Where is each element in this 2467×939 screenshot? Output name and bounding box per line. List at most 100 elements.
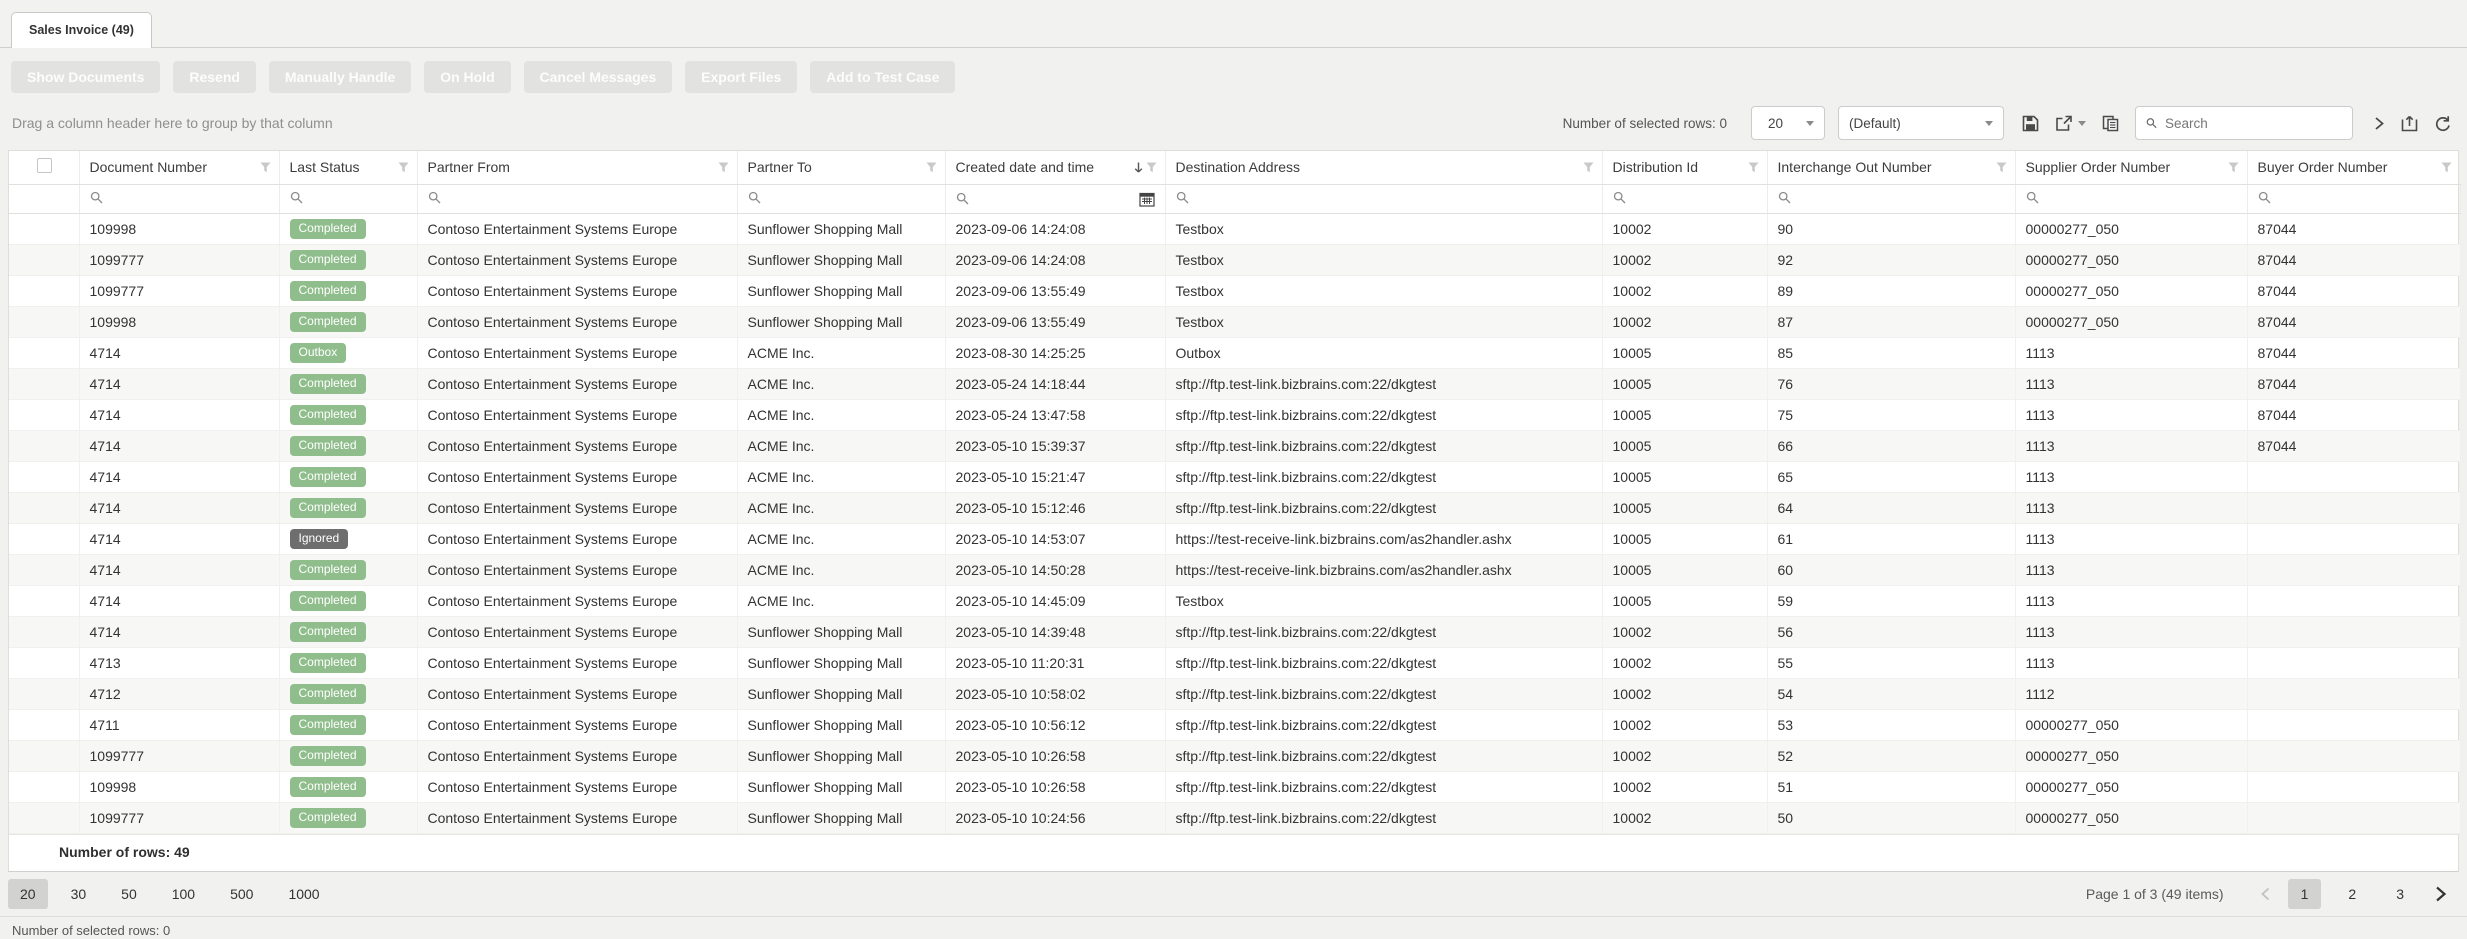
column-header-partner-from[interactable]: Partner From bbox=[417, 151, 737, 184]
column-header-partner-to[interactable]: Partner To bbox=[737, 151, 945, 184]
row-select-cell[interactable] bbox=[9, 492, 79, 523]
row-select-cell[interactable] bbox=[9, 709, 79, 740]
row-select-cell[interactable] bbox=[9, 771, 79, 802]
row-select-cell[interactable] bbox=[9, 678, 79, 709]
filter-distribution-id[interactable] bbox=[1602, 184, 1767, 213]
expand-panel-button[interactable] bbox=[2373, 115, 2385, 132]
table-row[interactable]: 4714 Completed Contoso Entertainment Sys… bbox=[9, 492, 2460, 523]
filter-partner-from[interactable] bbox=[417, 184, 737, 213]
row-select-cell[interactable] bbox=[9, 244, 79, 275]
table-row[interactable]: 1099777 Completed Contoso Entertainment … bbox=[9, 802, 2460, 833]
table-row[interactable]: 109998 Completed Contoso Entertainment S… bbox=[9, 306, 2460, 337]
row-select-cell[interactable] bbox=[9, 399, 79, 430]
filter-icon[interactable] bbox=[260, 162, 271, 173]
page-size-1000[interactable]: 1000 bbox=[276, 879, 331, 909]
column-header-document-number[interactable]: Document Number bbox=[79, 151, 279, 184]
column-header-distribution-id[interactable]: Distribution Id bbox=[1602, 151, 1767, 184]
table-row[interactable]: 4714 Outbox Contoso Entertainment System… bbox=[9, 337, 2460, 368]
search-input[interactable] bbox=[2165, 116, 2342, 131]
row-select-cell[interactable] bbox=[9, 368, 79, 399]
tab-sales-invoice[interactable]: Sales Invoice (49) bbox=[11, 12, 152, 48]
search-box[interactable] bbox=[2135, 106, 2353, 140]
table-row[interactable]: 4713 Completed Contoso Entertainment Sys… bbox=[9, 647, 2460, 678]
row-select-cell[interactable] bbox=[9, 554, 79, 585]
layout-dropdown[interactable]: (Default) bbox=[1838, 106, 2004, 140]
table-row[interactable]: 4714 Ignored Contoso Entertainment Syste… bbox=[9, 523, 2460, 554]
cancel-messages-button[interactable]: Cancel Messages bbox=[524, 61, 673, 93]
column-header-interchange-out-number[interactable]: Interchange Out Number bbox=[1767, 151, 2015, 184]
filter-interchange-out-number[interactable] bbox=[1767, 184, 2015, 213]
show-documents-button[interactable]: Show Documents bbox=[11, 61, 160, 93]
column-header-destination-address[interactable]: Destination Address bbox=[1165, 151, 1602, 184]
table-row[interactable]: 4714 Completed Contoso Entertainment Sys… bbox=[9, 585, 2460, 616]
calendar-icon[interactable] bbox=[1139, 191, 1155, 207]
filter-buyer-order-number[interactable] bbox=[2247, 184, 2460, 213]
filter-icon[interactable] bbox=[926, 162, 937, 173]
filter-icon[interactable] bbox=[1996, 162, 2007, 173]
table-row[interactable]: 109998 Completed Contoso Entertainment S… bbox=[9, 771, 2460, 802]
manually-handle-button[interactable]: Manually Handle bbox=[269, 61, 411, 93]
next-page-button[interactable] bbox=[2434, 885, 2447, 903]
table-row[interactable]: 4714 Completed Contoso Entertainment Sys… bbox=[9, 399, 2460, 430]
filter-icon[interactable] bbox=[1583, 162, 1594, 173]
filter-destination-address[interactable] bbox=[1165, 184, 1602, 213]
page-button-1[interactable]: 1 bbox=[2288, 879, 2322, 909]
export-menu-button[interactable] bbox=[2055, 115, 2086, 132]
filter-icon[interactable] bbox=[1146, 162, 1157, 173]
row-select-cell[interactable] bbox=[9, 647, 79, 678]
table-row[interactable]: 4714 Completed Contoso Entertainment Sys… bbox=[9, 368, 2460, 399]
resend-button[interactable]: Resend bbox=[173, 61, 256, 93]
upload-button[interactable] bbox=[2401, 115, 2418, 132]
filter-icon[interactable] bbox=[398, 162, 409, 173]
table-row[interactable]: 4714 Completed Contoso Entertainment Sys… bbox=[9, 430, 2460, 461]
column-header-last-status[interactable]: Last Status bbox=[279, 151, 417, 184]
table-row[interactable]: 4714 Completed Contoso Entertainment Sys… bbox=[9, 554, 2460, 585]
column-header-buyer-order-number[interactable]: Buyer Order Number bbox=[2247, 151, 2460, 184]
page-size-30[interactable]: 30 bbox=[59, 879, 99, 909]
table-row[interactable]: 1099777 Completed Contoso Entertainment … bbox=[9, 275, 2460, 306]
filter-last-status[interactable] bbox=[279, 184, 417, 213]
page-size-50[interactable]: 50 bbox=[109, 879, 149, 909]
row-select-cell[interactable] bbox=[9, 802, 79, 833]
table-row[interactable]: 1099777 Completed Contoso Entertainment … bbox=[9, 740, 2460, 771]
export-files-button[interactable]: Export Files bbox=[685, 61, 797, 93]
column-header-supplier-order-number[interactable]: Supplier Order Number bbox=[2015, 151, 2247, 184]
on-hold-button[interactable]: On Hold bbox=[424, 61, 510, 93]
table-row[interactable]: 4712 Completed Contoso Entertainment Sys… bbox=[9, 678, 2460, 709]
save-layout-button[interactable] bbox=[2022, 115, 2039, 132]
row-select-cell[interactable] bbox=[9, 430, 79, 461]
table-row[interactable]: 4714 Completed Contoso Entertainment Sys… bbox=[9, 461, 2460, 492]
filter-supplier-order-number[interactable] bbox=[2015, 184, 2247, 213]
filter-partner-to[interactable] bbox=[737, 184, 945, 213]
row-select-cell[interactable] bbox=[9, 523, 79, 554]
page-size-20[interactable]: 20 bbox=[8, 879, 48, 909]
filter-icon[interactable] bbox=[2441, 162, 2452, 173]
table-row[interactable]: 1099777 Completed Contoso Entertainment … bbox=[9, 244, 2460, 275]
table-row[interactable]: 4711 Completed Contoso Entertainment Sys… bbox=[9, 709, 2460, 740]
filter-icon[interactable] bbox=[2228, 162, 2239, 173]
add-to-test-case-button[interactable]: Add to Test Case bbox=[810, 61, 955, 93]
row-select-cell[interactable] bbox=[9, 616, 79, 647]
row-select-cell[interactable] bbox=[9, 337, 79, 368]
page-size-100[interactable]: 100 bbox=[160, 879, 207, 909]
refresh-button[interactable] bbox=[2434, 115, 2451, 132]
row-select-cell[interactable] bbox=[9, 213, 79, 244]
filter-document-number[interactable] bbox=[79, 184, 279, 213]
previous-page-button[interactable] bbox=[2260, 886, 2271, 902]
row-select-cell[interactable] bbox=[9, 275, 79, 306]
row-select-cell[interactable] bbox=[9, 740, 79, 771]
column-header-created-date[interactable]: Created date and time bbox=[945, 151, 1165, 184]
page-button-2[interactable]: 2 bbox=[2335, 879, 2369, 909]
row-select-cell[interactable] bbox=[9, 306, 79, 337]
page-size-500[interactable]: 500 bbox=[218, 879, 265, 909]
page-size-dropdown[interactable]: 20 bbox=[1751, 106, 1825, 140]
filter-icon[interactable] bbox=[1748, 162, 1759, 173]
table-row[interactable]: 4714 Completed Contoso Entertainment Sys… bbox=[9, 616, 2460, 647]
copy-button[interactable] bbox=[2102, 115, 2119, 132]
row-select-cell[interactable] bbox=[9, 461, 79, 492]
filter-icon[interactable] bbox=[718, 162, 729, 173]
row-select-cell[interactable] bbox=[9, 585, 79, 616]
table-row[interactable]: 109998 Completed Contoso Entertainment S… bbox=[9, 213, 2460, 244]
page-button-3[interactable]: 3 bbox=[2383, 879, 2417, 909]
filter-created-date[interactable] bbox=[945, 184, 1165, 213]
